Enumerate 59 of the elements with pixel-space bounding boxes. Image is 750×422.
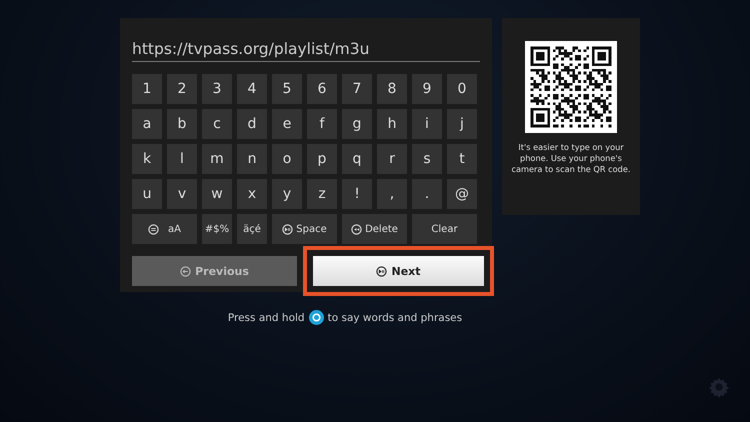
keyboard-key[interactable]: k (132, 144, 162, 174)
keyboard-key[interactable]: w (202, 179, 232, 209)
keyboard-key[interactable]: 4 (237, 74, 267, 104)
keyboard-key[interactable]: x (237, 179, 267, 209)
keyboard-key[interactable]: a (132, 109, 162, 139)
keyboard-key[interactable]: äçé (237, 214, 267, 244)
keyboard-key[interactable]: e (272, 109, 302, 139)
keyboard-key[interactable]: Clear (412, 214, 477, 244)
rewind-icon (351, 224, 362, 234)
keyboard-key[interactable]: g (342, 109, 372, 139)
keyboard-key[interactable]: 6 (307, 74, 337, 104)
keyboard-key[interactable]: o (272, 144, 302, 174)
keyboard-key[interactable]: i (412, 109, 442, 139)
keyboard-key[interactable]: t (447, 144, 477, 174)
keyboard-key[interactable]: c (202, 109, 232, 139)
keyboard-key[interactable]: h (377, 109, 407, 139)
keyboard-key[interactable]: Delete (342, 214, 407, 244)
keyboard-key[interactable]: r (377, 144, 407, 174)
gear-icon (708, 376, 730, 398)
play-pause-icon (376, 266, 388, 276)
qr-instructions: It's easier to type on your phone. Use your phone's camera to scan the QR code. (510, 142, 632, 176)
previous-button[interactable]: Previous (132, 256, 297, 286)
keyboard-key[interactable]: 2 (167, 74, 197, 104)
keyboard-key[interactable]: z (307, 179, 337, 209)
keyboard-key[interactable]: aA (132, 214, 197, 244)
keyboard-key[interactable]: @ (447, 179, 477, 209)
keyboard-key[interactable]: 9 (412, 74, 442, 104)
keyboard-mode-icon (148, 224, 160, 234)
next-button[interactable]: Next (313, 256, 484, 286)
voice-hint-text: Press and hold (228, 312, 305, 324)
keyboard-key[interactable]: q (342, 144, 372, 174)
keyboard-key[interactable]: b (167, 109, 197, 139)
voice-hint-text: to say words and phrases (328, 312, 462, 324)
keyboard-key[interactable]: 8 (377, 74, 407, 104)
keyboard-key[interactable]: 0 (447, 74, 477, 104)
keyboard-key[interactable]: y (272, 179, 302, 209)
keyboard-key[interactable]: d (237, 109, 267, 139)
keyboard-key[interactable]: v (167, 179, 197, 209)
keyboard-key[interactable]: s (412, 144, 442, 174)
play-pause-icon (282, 224, 294, 234)
keyboard-key[interactable]: Space (272, 214, 337, 244)
keyboard-key[interactable]: 7 (342, 74, 372, 104)
keyboard-key[interactable]: 5 (272, 74, 302, 104)
back-icon (180, 266, 192, 276)
keyboard-key[interactable]: . (412, 179, 442, 209)
voice-button-icon (308, 310, 324, 325)
keyboard-key[interactable]: 1 (132, 74, 162, 104)
keyboard-key[interactable]: #$% (202, 214, 232, 244)
keyboard-key[interactable]: , (377, 179, 407, 209)
keyboard-key[interactable]: m (202, 144, 232, 174)
keyboard-key[interactable]: f (307, 109, 337, 139)
keyboard-key[interactable]: 3 (202, 74, 232, 104)
keyboard-key[interactable]: u (132, 179, 162, 209)
keyboard-key[interactable]: l (167, 144, 197, 174)
keyboard-key[interactable]: ! (342, 179, 372, 209)
keyboard-key[interactable]: p (307, 144, 337, 174)
keyboard-key[interactable]: j (447, 109, 477, 139)
keyboard-key[interactable]: n (237, 144, 267, 174)
url-field[interactable]: https://tvpass.org/playlist/m3u (132, 40, 480, 62)
